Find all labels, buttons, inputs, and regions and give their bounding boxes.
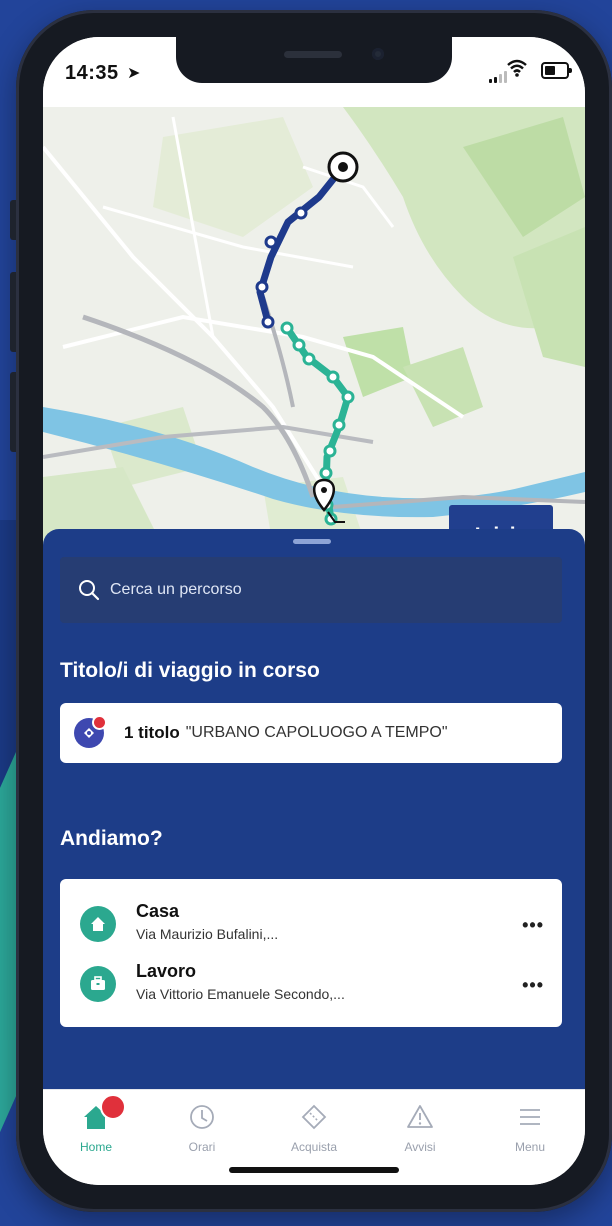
tab-label: Acquista (290, 1140, 338, 1154)
ticket-name: "URBANO CAPOLUOGO A TEMPO" (185, 724, 448, 741)
notch (176, 37, 452, 83)
place-title: Casa (136, 901, 180, 921)
map-canvas (43, 107, 585, 547)
notification-badge (100, 1094, 126, 1120)
sheet-grabber[interactable] (293, 539, 331, 544)
home-indicator[interactable] (229, 1167, 399, 1173)
tab-label: Home (79, 1140, 112, 1154)
ticket-notification-dot (92, 715, 107, 730)
bottom-sheet: Cerca un percorso Titolo/i di viaggio in… (43, 529, 585, 1089)
tab-home[interactable]: Home (56, 1094, 136, 1154)
ticket-icon (301, 1104, 327, 1130)
search-bar[interactable]: Cerca un percorso (60, 557, 562, 623)
tab-label: Menu (514, 1140, 546, 1154)
search-icon (79, 580, 100, 601)
clock-icon (190, 1105, 214, 1129)
home-icon (80, 906, 116, 942)
route-map[interactable]: Inizia (43, 107, 585, 567)
ticket-icon (74, 715, 107, 748)
more-options-icon[interactable]: ••• (522, 975, 544, 996)
active-ticket-card[interactable]: 1 titolo "URBANO CAPOLUOGO A TEMPO" (60, 703, 562, 763)
briefcase-icon (80, 966, 116, 1002)
tickets-section-title: Titolo/i di viaggio in corso (60, 659, 320, 682)
tab-avvisi[interactable]: Avvisi (380, 1100, 460, 1154)
phone-screen: 14:35 ➤ Cerca un percorso Titolo/i di vi… (43, 37, 585, 1185)
wifi-icon (507, 59, 527, 77)
places-section-title: Andiamo? (60, 827, 163, 850)
tab-menu[interactable]: Menu (490, 1100, 570, 1154)
saved-place-work[interactable]: Lavoro Via Vittorio Emanuele Secondo,...… (60, 953, 562, 1013)
tab-orari[interactable]: Orari (162, 1100, 242, 1154)
more-options-icon[interactable]: ••• (522, 915, 544, 936)
saved-place-home[interactable]: Casa Via Maurizio Bufalini,... ••• (60, 893, 562, 953)
tab-label: Avvisi (404, 1140, 436, 1154)
mute-switch (10, 200, 16, 240)
location-arrow-icon: ➤ (127, 65, 141, 82)
search-placeholder: Cerca un percorso (110, 581, 242, 598)
volume-down-button (10, 372, 16, 452)
place-title: Lavoro (136, 961, 197, 981)
signal-icon (489, 65, 509, 83)
place-address: Via Vittorio Emanuele Secondo,... (136, 986, 345, 1002)
battery-icon (541, 62, 572, 79)
warning-icon (407, 1105, 433, 1128)
place-address: Via Maurizio Bufalini,... (136, 926, 279, 942)
speaker (284, 51, 342, 58)
saved-places-card: Casa Via Maurizio Bufalini,... ••• Lavor… (60, 879, 562, 1027)
tab-acquista[interactable]: Acquista (274, 1100, 354, 1154)
tab-label: Orari (188, 1140, 216, 1154)
status-time: 14:35 (65, 62, 119, 84)
menu-icon (520, 1109, 540, 1125)
phone-frame: 14:35 ➤ Cerca un percorso Titolo/i di vi… (10, 10, 612, 1212)
front-camera (372, 48, 384, 60)
volume-up-button (10, 272, 16, 352)
ticket-count: 1 titolo (124, 723, 180, 742)
